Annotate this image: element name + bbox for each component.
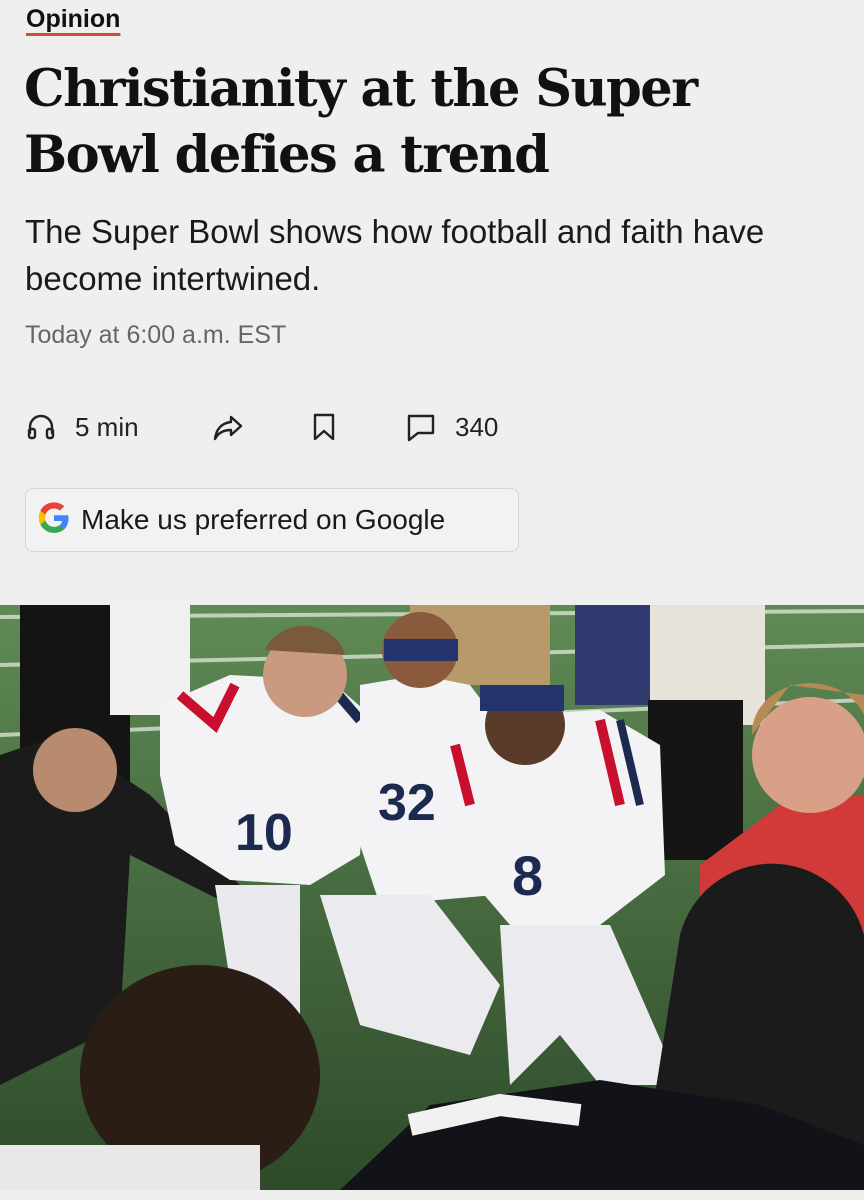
share-button[interactable]	[211, 405, 245, 449]
jersey-number-10: 10	[235, 804, 293, 862]
jersey-number-8: 8	[512, 844, 543, 907]
headphones-icon	[25, 411, 57, 443]
article-headline: Christianity at the Super Bowl defies a …	[24, 59, 698, 185]
section-label-opinion[interactable]: Opinion	[26, 5, 120, 34]
google-logo-icon	[26, 501, 71, 540]
listen-duration: 5 min	[75, 411, 139, 442]
share-icon	[211, 411, 245, 443]
bookmark-icon	[310, 411, 338, 443]
article-timestamp: Today at 6:00 a.m. EST	[25, 321, 287, 349]
jersey-number-32: 32	[378, 774, 436, 832]
article-action-bar: 5 min 340	[25, 405, 625, 449]
google-preferred-button[interactable]: Make us preferred on Google	[25, 488, 519, 552]
article-subhead: The Super Bowl shows how football and fa…	[25, 213, 765, 297]
comment-icon	[405, 411, 437, 443]
listen-button[interactable]: 5 min	[25, 405, 139, 449]
google-button-label: Make us preferred on Google	[81, 504, 446, 535]
comments-button[interactable]: 340	[405, 405, 498, 449]
bookmark-button[interactable]	[310, 405, 338, 449]
comment-count: 340	[455, 411, 499, 442]
article-hero-photo: 10 32 8	[0, 605, 864, 1190]
